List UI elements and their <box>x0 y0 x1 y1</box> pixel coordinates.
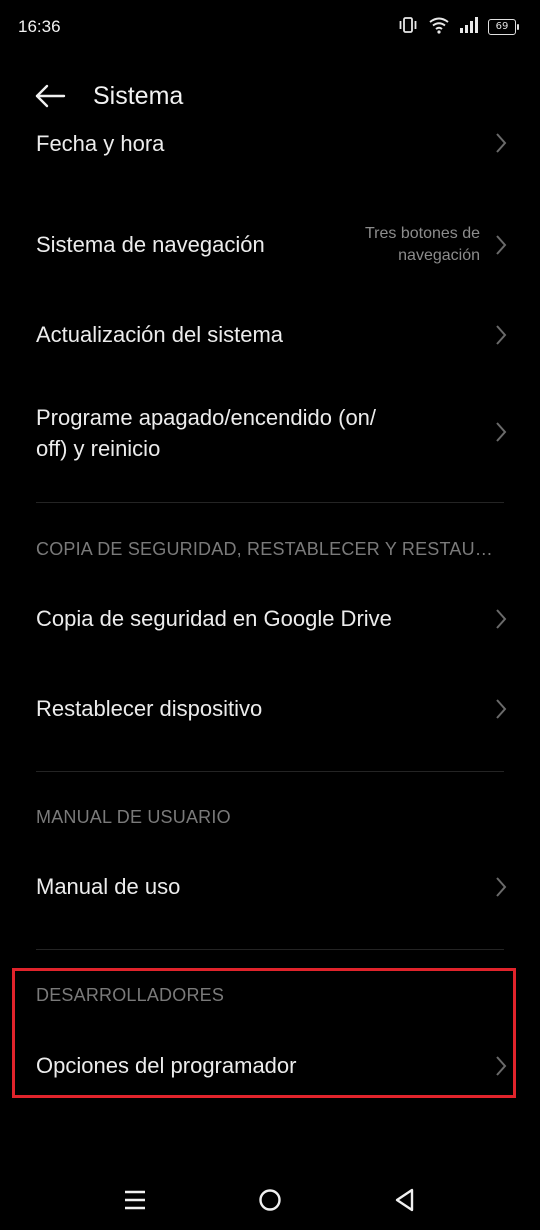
home-button[interactable] <box>254 1184 286 1216</box>
item-label: Sistema de navegación <box>36 232 265 257</box>
divider <box>36 771 504 772</box>
item-label-line1: Programe apagado/encendido (on/ <box>36 405 377 430</box>
item-label: Opciones del programador <box>36 1053 297 1078</box>
chevron-right-icon <box>496 877 507 897</box>
menu-icon <box>125 1190 145 1210</box>
chevron-right-icon <box>496 699 507 719</box>
status-icons: 69 <box>397 16 519 39</box>
list-item-opciones-programador[interactable]: Opciones del programador <box>0 1021 540 1111</box>
section-header-manual: MANUAL DE USUARIO <box>36 807 231 827</box>
section-header-copia: COPIA DE SEGURIDAD, RESTABLECER Y RESTAU… <box>36 539 493 559</box>
item-label: Copia de seguridad en Google Drive <box>36 606 392 631</box>
item-label: Programe apagado/encendido (on/ off) y r… <box>36 402 376 464</box>
status-bar: 16:36 69 <box>0 0 540 56</box>
chevron-right-icon <box>496 1056 507 1076</box>
back-triangle-icon <box>395 1188 414 1212</box>
item-label-line2: off) y reinicio <box>36 436 161 461</box>
back-nav-button[interactable] <box>389 1184 421 1216</box>
list-item-fecha-hora[interactable]: Fecha y hora <box>0 128 540 168</box>
chevron-right-icon <box>496 235 507 255</box>
section-header-desarrolladores: DESARROLLADORES <box>36 985 225 1005</box>
item-value: Tres botones de navegación <box>365 223 480 267</box>
divider <box>36 502 504 503</box>
item-value-line2: navegación <box>398 247 480 264</box>
app-bar: Sistema <box>0 68 540 128</box>
list-item-navegacion[interactable]: Sistema de navegación Tres botones de na… <box>0 200 540 290</box>
list-item-manual-uso[interactable]: Manual de uso <box>0 842 540 932</box>
chevron-right-icon <box>496 133 507 153</box>
status-time: 16:36 <box>18 17 61 36</box>
home-icon <box>259 1189 281 1211</box>
divider <box>36 949 504 950</box>
signal-icon <box>459 16 479 39</box>
item-label: Restablecer dispositivo <box>36 696 263 721</box>
list-item-actualizacion[interactable]: Actualización del sistema <box>0 290 540 380</box>
vibrate-icon <box>397 16 419 39</box>
page-title: Sistema <box>93 82 184 110</box>
item-label: Actualización del sistema <box>36 322 284 347</box>
wifi-icon <box>428 16 450 39</box>
battery-icon: 69 <box>488 19 519 35</box>
list-item-copia-google[interactable]: Copia de seguridad en Google Drive <box>0 573 540 663</box>
item-value-line1: Tres botones de <box>364 225 480 242</box>
item-label: Manual de uso <box>36 874 181 899</box>
arrow-left-icon <box>34 84 66 113</box>
menu-button[interactable] <box>119 1184 151 1216</box>
chevron-right-icon <box>496 325 507 345</box>
nav-bar <box>0 1170 540 1230</box>
back-button[interactable] <box>30 78 70 118</box>
settings-list[interactable]: Fecha y hora Sistema de navegación Tres … <box>0 128 540 1128</box>
chevron-right-icon <box>496 609 507 629</box>
item-label: Fecha y hora <box>36 131 165 156</box>
chevron-right-icon <box>496 422 507 442</box>
list-item-restablecer[interactable]: Restablecer dispositivo <box>0 663 540 753</box>
list-item-programe[interactable]: Programe apagado/encendido (on/ off) y r… <box>0 380 540 500</box>
